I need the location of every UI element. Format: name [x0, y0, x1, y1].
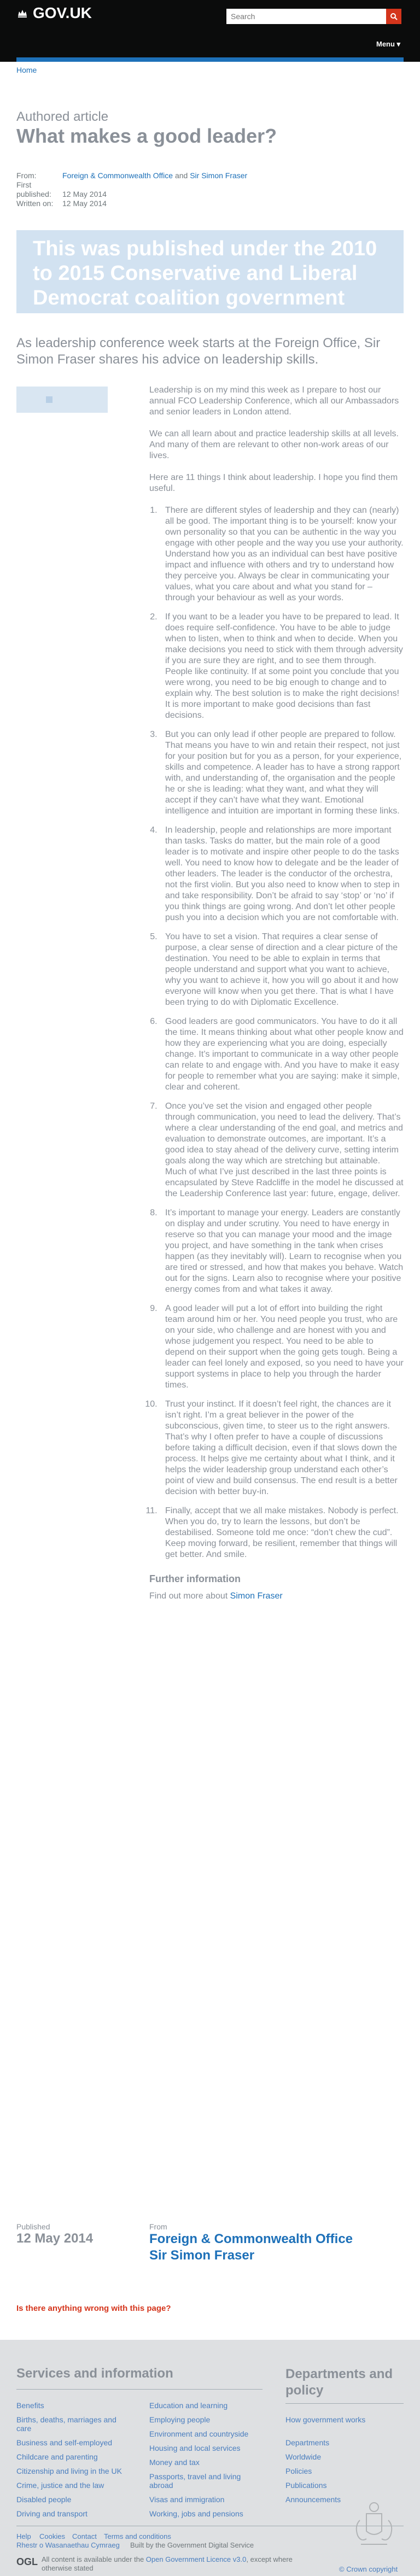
- footer-link-disabled[interactable]: Disabled people: [16, 2495, 131, 2504]
- list-item: Good leaders are good communicators. You…: [160, 1016, 404, 1093]
- list-item: It’s important to manage your energy. Le…: [160, 1208, 404, 1295]
- published-date: 12 May 2014: [16, 2231, 94, 2246]
- logo-text: GOV.UK: [33, 4, 92, 21]
- footer-link-environment[interactable]: Environment and countryside: [149, 2429, 264, 2438]
- document-type: Authored article: [16, 109, 109, 124]
- footer-link-working[interactable]: Working, jobs and pensions: [149, 2509, 264, 2518]
- crown-copyright-link[interactable]: © Crown copyright: [339, 2565, 398, 2573]
- footer-contact-link[interactable]: Contact: [72, 2532, 97, 2540]
- further-information-heading: Further information: [149, 1573, 241, 1584]
- meta-first-published-value: 12 May 2014: [62, 190, 107, 198]
- breadcrumb-home[interactable]: Home: [16, 66, 37, 74]
- footer-link-departments[interactable]: Departments: [285, 2438, 329, 2447]
- meta-written-on-value: 12 May 2014: [62, 199, 107, 208]
- footer-link-benefits[interactable]: Benefits: [16, 2401, 131, 2410]
- body-paragraph: We can all learn about and practice lead…: [149, 429, 399, 460]
- published-block: Published 12 May 2014: [16, 2222, 93, 2246]
- licence-text: All content is available under the Open …: [42, 2555, 293, 2573]
- search-input[interactable]: [226, 9, 390, 24]
- footer-link-money[interactable]: Money and tax: [149, 2458, 264, 2467]
- list-item: Once you’ve set the vision and engaged o…: [160, 1101, 404, 1199]
- royal-coat-of-arms-icon: [355, 2502, 393, 2545]
- further-text: Find out more about: [149, 1591, 230, 1601]
- services-rule: [16, 2389, 262, 2390]
- footer-link-childcare[interactable]: Childcare and parenting: [16, 2452, 131, 2461]
- footer-help-link[interactable]: Help: [16, 2532, 31, 2540]
- footer-link-worldwide[interactable]: Worldwide: [285, 2452, 321, 2461]
- list-item: If you want to be a leader you have to b…: [160, 612, 404, 721]
- search-icon: [390, 13, 398, 20]
- footer-link-education[interactable]: Education and learning: [149, 2401, 264, 2410]
- meta-from-fraser-link[interactable]: Sir Simon Fraser: [190, 171, 247, 180]
- footer-link-employing[interactable]: Employing people: [149, 2415, 264, 2424]
- list-item: In leadership, people and relationships …: [160, 825, 404, 923]
- report-problem-link[interactable]: Is there anything wrong with this page?: [16, 2304, 171, 2313]
- from-fco-link[interactable]: Foreign & Commonwealth Office: [149, 2231, 353, 2247]
- footer-welsh-link[interactable]: Rhestr o Wasanaethau Cymraeg: [16, 2541, 120, 2549]
- from-label: From: [149, 2222, 167, 2231]
- govuk-logo-link[interactable]: GOV.UK: [16, 4, 92, 22]
- footer-link-driving[interactable]: Driving and transport: [16, 2509, 131, 2518]
- header-blue-rule: [16, 57, 404, 62]
- published-label: Published: [16, 2222, 50, 2231]
- list-item: Trust your instinct. If it doesn’t feel …: [160, 1399, 404, 1497]
- departments-title: Departments and policy: [285, 2367, 393, 2398]
- history-banner-text: This was published under the 2010 to 201…: [33, 237, 377, 309]
- list-item: Finally, accept that we all make mistake…: [160, 1506, 404, 1560]
- from-block: From Foreign & Commonwealth Office Sir S…: [149, 2222, 353, 2264]
- list-item: There are different styles of leadership…: [160, 505, 404, 604]
- footer-link-publications[interactable]: Publications: [285, 2481, 327, 2490]
- departments-rule: [285, 2403, 404, 2404]
- lead-paragraph: As leadership conference week starts at …: [16, 336, 381, 367]
- meta-label-first-published: First published:: [16, 180, 51, 198]
- search-button[interactable]: [386, 9, 401, 24]
- footer-link-births[interactable]: Births, deaths, marriages and care: [16, 2415, 131, 2433]
- meta-label-from: From:: [16, 171, 37, 180]
- simon-fraser-link[interactable]: Simon Fraser: [230, 1591, 283, 1601]
- footer-link-passports[interactable]: Passports, travel and living abroad: [149, 2472, 259, 2490]
- ogl-logo: OGL: [16, 2556, 38, 2567]
- page-title: What makes a good leader?: [16, 125, 277, 147]
- footer-cookies-link[interactable]: Cookies: [39, 2532, 65, 2540]
- meta-label-written-on: Written on:: [16, 199, 54, 208]
- list-item: A good leader will put a lot of effort i…: [160, 1303, 404, 1391]
- body-paragraph: Leadership is on my mind this week as I …: [149, 385, 399, 417]
- footer-link-crime[interactable]: Crime, justice and the law: [16, 2481, 131, 2490]
- body-paragraph: Here are 11 things I think about leaders…: [149, 473, 398, 493]
- footer-link-business[interactable]: Business and self-employed: [16, 2438, 131, 2447]
- menu-button[interactable]: Menu ▾: [376, 40, 400, 49]
- author-image: [16, 387, 108, 413]
- footer-terms-link[interactable]: Terms and conditions: [104, 2532, 171, 2540]
- footer-link-policies[interactable]: Policies: [285, 2467, 312, 2475]
- footer-link-housing[interactable]: Housing and local services: [149, 2444, 264, 2452]
- list-item: But you can only lead if other people ar…: [160, 729, 404, 817]
- history-banner: This was published under the 2010 to 201…: [16, 230, 404, 313]
- footer-link-visas[interactable]: Visas and immigration: [149, 2495, 264, 2504]
- meta-from-fco-link[interactable]: Foreign & Commonwealth Office: [62, 171, 173, 180]
- licence-prefix: All content is available under the: [42, 2555, 146, 2563]
- from-fraser-link[interactable]: Sir Simon Fraser: [149, 2247, 353, 2264]
- services-title: Services and information: [16, 2366, 173, 2381]
- footer-link-how-government-works[interactable]: How government works: [285, 2415, 368, 2424]
- footer-link-announcements[interactable]: Announcements: [285, 2495, 341, 2504]
- site-header: GOV.UK: [0, 0, 420, 31]
- licence-link[interactable]: Open Government Licence v3.0: [146, 2555, 247, 2563]
- article-body: Leadership is on my mind this week as I …: [149, 385, 404, 1613]
- footer-link-citizenship[interactable]: Citizenship and living in the UK: [16, 2467, 142, 2475]
- list-item: You have to set a vision. That requires …: [160, 932, 404, 1008]
- meta-and: and: [173, 171, 190, 180]
- footer-built-by: Built by the Government Digital Service: [130, 2541, 254, 2549]
- image-placeholder-icon: [46, 396, 52, 403]
- leadership-list: There are different styles of leadership…: [149, 505, 404, 1560]
- metadata: From: Foreign & Commonwealth Office and S…: [16, 171, 247, 208]
- crown-icon: [18, 10, 27, 17]
